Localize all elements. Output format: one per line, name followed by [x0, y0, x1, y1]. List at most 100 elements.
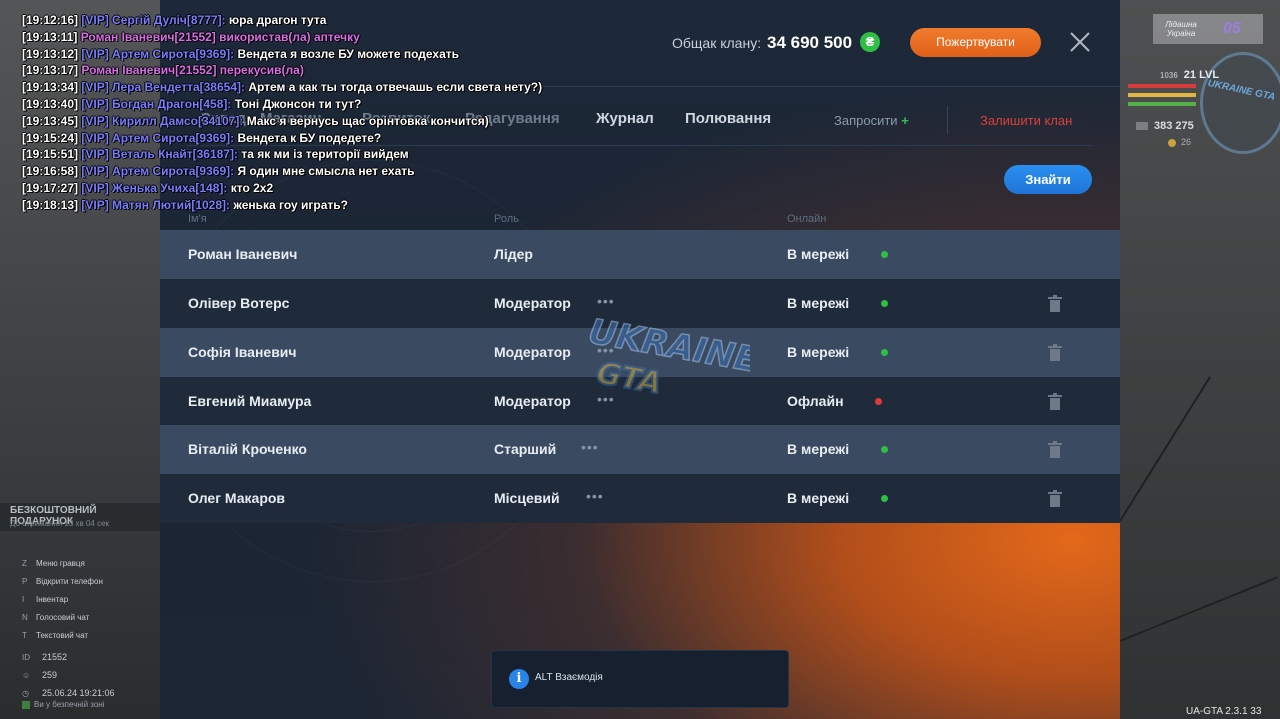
role-menu-button[interactable]: •••	[581, 439, 599, 455]
status-bars	[1128, 84, 1196, 111]
chat-message: Тоні Джонсон ти тут?	[234, 96, 362, 111]
players-online: 259	[42, 670, 58, 680]
keybind-label: Відкрити телефон	[36, 577, 103, 586]
trash-icon[interactable]	[1048, 344, 1062, 361]
close-icon[interactable]	[1068, 30, 1092, 54]
server-badge: Лідашна Україна 05	[1153, 14, 1263, 44]
member-row[interactable]: Олег Макаров Місцевий ••• В мережі	[160, 474, 1120, 523]
offline-status-dot-icon	[875, 398, 882, 405]
keybind-label: Текстовий чат	[36, 631, 89, 640]
chat-message: Макс я вернусь щас орінтовка кончится)	[246, 113, 489, 128]
member-row[interactable]: Віталій Кроченко Старший ••• В мережі	[160, 425, 1120, 474]
invite-button[interactable]: Запросити +	[834, 113, 909, 128]
member-status: В мережі	[787, 490, 850, 506]
leave-clan-button[interactable]: Залишити клан	[980, 113, 1072, 128]
chat-time: [19:13:12]	[22, 46, 79, 61]
clan-balance-value: 34 690 500	[767, 33, 853, 52]
member-row[interactable]: Роман Іваневич Лідер В мережі	[160, 230, 1120, 279]
chat-message: Вендета к БУ подедете?	[237, 130, 382, 145]
search-button[interactable]: Знайти	[1004, 165, 1092, 194]
stat-key: ID	[22, 653, 30, 662]
keybind-row: P Відкрити телефон	[22, 573, 103, 591]
member-name: Софія Іваневич	[188, 344, 297, 360]
coin-icon	[1168, 138, 1176, 147]
role-menu-button[interactable]: •••	[597, 293, 615, 309]
trash-icon[interactable]	[1048, 441, 1062, 458]
coins-value: 26	[1181, 137, 1192, 147]
chat-line: [19:17:27] [VIP] Женька Учиха[148]: кто …	[22, 180, 662, 197]
chat-time: [19:15:51]	[22, 147, 79, 162]
stat-row: ID 21552	[22, 648, 115, 666]
chat-author: [VIP] Богдан Драгон[458]:	[81, 96, 232, 111]
member-name: Евгений Миамура	[188, 393, 312, 409]
chat-line: [19:15:51] [VIP] Веталь Кнайт[36187]: та…	[22, 146, 662, 163]
member-role: Модератор	[494, 393, 571, 409]
level-exp: 1036	[1160, 71, 1178, 80]
member-name: Віталій Кроченко	[188, 441, 307, 457]
player-coins: 26	[1168, 137, 1191, 147]
chat-message: Я один мне смысла нет ехать	[237, 164, 415, 179]
member-status: В мережі	[787, 295, 850, 311]
member-name: Олівер Вотерс	[188, 295, 290, 311]
keybind-row: Z Меню гравця	[22, 555, 103, 573]
donate-button[interactable]: Пожертвувати	[910, 28, 1041, 57]
players-online-icon: ☺	[22, 671, 31, 680]
level-value: 21 LVL	[1183, 69, 1220, 81]
chat-line: [19:13:40] [VIP] Богдан Драгон[458]: Тон…	[22, 96, 662, 113]
ukraine-gta-watermark-logo: UKRAINE GTA	[585, 316, 750, 402]
chat-author: [VIP] Артем Сирота[9369]:	[81, 130, 235, 145]
online-status-dot-icon	[881, 495, 888, 502]
hunger-bar	[1128, 102, 1196, 106]
member-status: В мережі	[787, 246, 850, 262]
tab-hunting[interactable]: Полювання	[685, 110, 771, 127]
online-status-dot-icon	[881, 251, 888, 258]
role-menu-button[interactable]: •••	[586, 488, 604, 504]
health-bar	[1128, 84, 1196, 88]
chat-message: кто 2х2	[230, 180, 274, 195]
chat-time: [19:13:45]	[22, 113, 79, 128]
member-name: Роман Іваневич	[188, 246, 298, 262]
minimap-logo: UKRAINE GTA	[1206, 77, 1277, 104]
invite-label: Запросити	[834, 113, 898, 128]
server-name: Лідашна Україна	[1165, 20, 1197, 38]
chat-message: Вендета я возле БУ можете подехать	[237, 46, 459, 61]
chat-time: [19:18:13]	[22, 197, 79, 212]
chat-time: [19:15:24]	[22, 130, 79, 145]
trash-icon[interactable]	[1048, 393, 1062, 410]
chat-line: [19:13:34] [VIP] Лера Вендетта[38654]: А…	[22, 79, 662, 96]
hud-right: Лідашна Україна 05 UKRAINE GTA 1036 21 LV…	[1120, 0, 1280, 719]
chat-author: [VIP] Матян Лютий[1028]:	[81, 197, 231, 212]
money-value: 383 275	[1154, 120, 1194, 132]
chat-line: [19:15:24] [VIP] Артем Сирота[9369]: Вен…	[22, 130, 662, 147]
chat-author: [VIP] Артем Сирота[9369]:	[81, 164, 235, 179]
chat-author: [VIP] Женька Учиха[148]:	[81, 180, 228, 195]
online-status-dot-icon	[881, 300, 888, 307]
member-status: В мережі	[787, 344, 850, 360]
chat-author: [VIP] Сергій Дуліч[8777]:	[81, 13, 226, 27]
player-id: 21552	[42, 652, 68, 662]
chat-message: женька гоу играть?	[233, 197, 349, 212]
chat-line: [19:13:12] [VIP] Артем Сирота[9369]: Вен…	[22, 46, 662, 63]
chat-line: [19:13:11] Роман Іваневич[21552] викорис…	[22, 29, 662, 46]
trash-icon[interactable]	[1048, 295, 1062, 312]
info-icon: i	[509, 669, 529, 689]
keybind-row: I Інвентар	[22, 591, 103, 609]
chat-time: [19:13:40]	[22, 96, 79, 111]
chat-action: Роман Іваневич[21552] використав(ла) апт…	[80, 29, 360, 44]
cash-icon	[1136, 122, 1148, 131]
trash-icon[interactable]	[1048, 490, 1062, 507]
chat-author: [VIP] Кирилл Дамсо[34107]:	[81, 113, 244, 128]
player-money: 383 275	[1136, 120, 1194, 132]
free-gift-banner[interactable]: БЕЗКОШТОВНИЙ ПОДАРУНОК До отримання 13 х…	[0, 503, 160, 531]
chat-time: [19:16:58]	[22, 164, 79, 179]
chat-line: [19:13:17] Роман Іваневич[21552] перекус…	[22, 62, 662, 79]
online-status-dot-icon	[881, 446, 888, 453]
chat-action: Роман Іваневич[21552] перекусив(ла)	[81, 63, 304, 78]
member-role: Модератор	[494, 295, 571, 311]
chat-line: [19:18:13] [VIP] Матян Лютий[1028]: жень…	[22, 197, 662, 214]
gift-timer: До отримання 13 хв 04 сек	[10, 519, 110, 528]
chat-time: [19:13:34]	[22, 80, 79, 95]
interaction-hint: i ALT Взаємодія	[491, 650, 789, 708]
chat-line: [19:13:45] [VIP] Кирилл Дамсо[34107]: Ма…	[22, 113, 662, 130]
clan-balance-label: Общак клану:	[672, 35, 762, 51]
